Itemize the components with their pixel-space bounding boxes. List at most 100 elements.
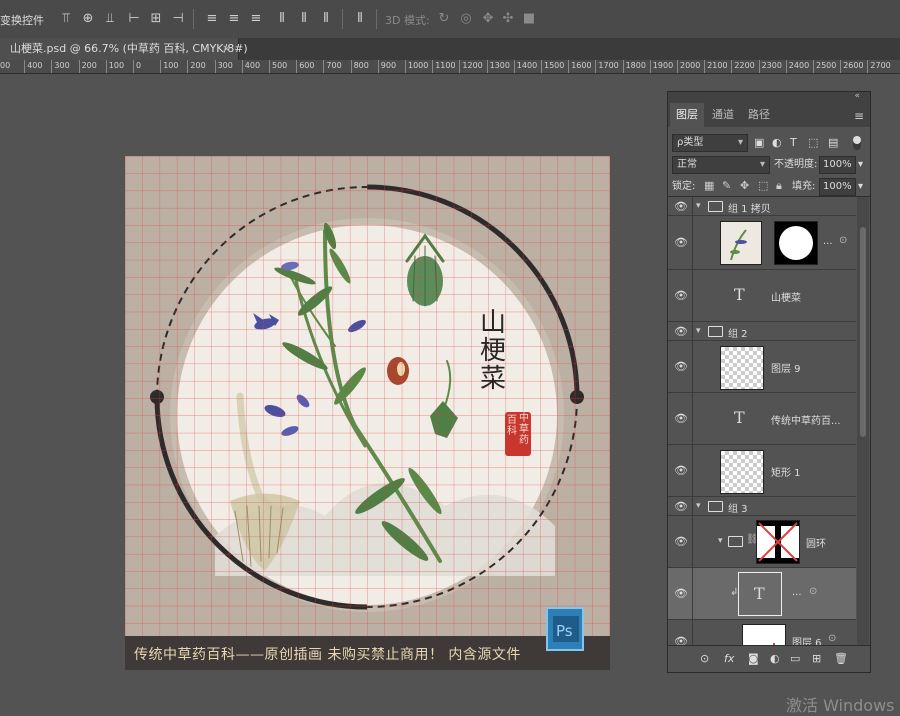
- filter-text-icon[interactable]: T: [790, 136, 797, 149]
- chevron-down-icon[interactable]: ▾: [718, 536, 723, 546]
- ruler-tick-label: 1500: [541, 60, 564, 73]
- chevron-down-icon[interactable]: ▾: [858, 179, 863, 195]
- auto-align-icon[interactable]: ⦀: [352, 10, 368, 26]
- filter-shape-icon[interactable]: ⬚: [808, 136, 818, 149]
- layer-row-group3[interactable]: 👁︎ ▾ 组 3: [668, 497, 856, 516]
- layer-name: 图层 9: [771, 364, 801, 375]
- layers-scrollbar[interactable]: [857, 197, 869, 646]
- panel-menu-icon[interactable]: ≡: [854, 109, 864, 123]
- lock-artboard-icon[interactable]: ⬚: [758, 179, 768, 192]
- fill-label: 填充:: [792, 181, 816, 192]
- document-tab[interactable]: 山梗菜.psd @ 66.7% (中草药 百科, CMYK/8#) ×: [0, 38, 248, 60]
- visibility-eye-icon[interactable]: 👁︎: [674, 236, 688, 249]
- align-hcenter-icon[interactable]: ⊞: [148, 10, 164, 26]
- layer-row-group2[interactable]: 👁︎ ▾ 组 2: [668, 322, 856, 341]
- layer-mask-thumbnail[interactable]: [774, 221, 818, 265]
- layer-row-masked-image[interactable]: 👁︎ ... ⊙: [668, 216, 856, 270]
- filter-toggle[interactable]: [853, 136, 861, 150]
- align-top-icon[interactable]: ⫪: [58, 10, 74, 26]
- align-right-icon[interactable]: ⊣: [170, 10, 186, 26]
- layer-filter-select[interactable]: ρ类型 ▾: [672, 134, 748, 152]
- align-bottom-icon[interactable]: ⫫: [102, 10, 118, 26]
- horizontal-ruler[interactable]: 00 400 300 200 100 0 100 200 300 400 500 600 700 800 9…: [0, 60, 900, 74]
- adjustment-layer-icon[interactable]: ◐: [770, 652, 780, 665]
- visibility-eye-icon[interactable]: 👁︎: [674, 200, 688, 213]
- layer-row-ring-group[interactable]: 👁︎ ▾ ⛓︎ 圆环: [668, 516, 856, 568]
- drag-3d-icon[interactable]: ✥: [480, 10, 496, 26]
- layer-row-layer6[interactable]: 👁︎ 图层 6 ⊙: [668, 620, 856, 646]
- svg-text:Ps: Ps: [556, 622, 573, 640]
- rotate-3d-icon[interactable]: ↻: [436, 10, 452, 26]
- close-tab-button[interactable]: ×: [222, 38, 231, 60]
- ruler-tick-label: 400: [241, 60, 260, 73]
- ruler-tick-label: 1400: [513, 60, 537, 73]
- lock-all-icon[interactable]: 🔒︎: [776, 179, 782, 193]
- visibility-eye-icon[interactable]: 👁︎: [674, 412, 688, 425]
- ruler-tick-label: 2500: [813, 60, 836, 73]
- document-tab-bar: 山梗菜.psd @ 66.7% (中草药 百科, CMYK/8#) ×: [0, 38, 900, 60]
- ruler-tick-label: 1800: [622, 60, 646, 73]
- link-icon[interactable]: ⊙: [828, 633, 836, 644]
- layer-mask-thumbnail[interactable]: [756, 520, 800, 564]
- tab-paths[interactable]: 路径: [742, 103, 776, 127]
- slide-3d-icon[interactable]: ✣: [500, 10, 516, 26]
- layer-row-group1-copy[interactable]: 👁︎ ▾ 组 1 拷贝: [668, 197, 856, 216]
- fill-input[interactable]: 100%: [819, 178, 856, 196]
- layer-row-rectangle1[interactable]: 👁︎ 矩形 1: [668, 445, 856, 497]
- delete-layer-icon[interactable]: 🗑︎: [834, 652, 848, 665]
- ruler-tick-label: 400: [24, 60, 42, 73]
- show-transform-controls-label[interactable]: 变换控件: [0, 12, 44, 28]
- align-vcenter-icon[interactable]: ⊕: [80, 10, 96, 26]
- link-icon[interactable]: ⊙: [839, 235, 847, 246]
- chevron-down-icon[interactable]: ▾: [858, 157, 863, 173]
- filter-adjustment-icon[interactable]: ◐: [772, 136, 782, 149]
- blend-mode-select[interactable]: 正常 ▾: [672, 156, 770, 174]
- layer-row-text-title[interactable]: 👁︎ T 山梗菜: [668, 270, 856, 322]
- text-layer-icon: T: [734, 408, 745, 427]
- add-mask-icon[interactable]: ◙: [748, 652, 759, 665]
- distribute-hcenter-icon[interactable]: ⦀: [296, 10, 312, 26]
- layer-row-layer9[interactable]: 👁︎ 图层 9: [668, 341, 856, 393]
- align-left-icon[interactable]: ⊢: [126, 10, 142, 26]
- title-char: 梗: [479, 336, 506, 366]
- distribute-vcenter-icon[interactable]: ≡: [226, 10, 242, 26]
- distribute-left-icon[interactable]: ⦀: [274, 10, 290, 26]
- visibility-eye-icon[interactable]: 👁︎: [674, 587, 688, 600]
- chevron-down-icon[interactable]: ▾: [696, 501, 701, 511]
- filter-smart-object-icon[interactable]: ▤: [828, 136, 838, 149]
- toolbar-divider: [376, 9, 377, 29]
- scale-3d-icon[interactable]: ■: [521, 10, 537, 26]
- chevron-down-icon[interactable]: ▾: [696, 201, 701, 211]
- visibility-eye-icon[interactable]: 👁︎: [674, 325, 688, 338]
- seal-char: 药: [519, 435, 529, 446]
- lock-transparent-icon[interactable]: ▦: [704, 179, 714, 192]
- layer-row-text-selected[interactable]: 👁︎ ↲ T ... ⊙: [668, 568, 856, 620]
- visibility-eye-icon[interactable]: 👁︎: [674, 500, 688, 513]
- distribute-bottom-icon[interactable]: ≡: [248, 10, 264, 26]
- distribute-right-icon[interactable]: ⦀: [318, 10, 334, 26]
- new-layer-icon[interactable]: ⊞: [812, 652, 821, 665]
- visibility-eye-icon[interactable]: 👁︎: [674, 464, 688, 477]
- fx-icon[interactable]: fx: [724, 652, 734, 665]
- distribute-top-icon[interactable]: ≡: [204, 10, 220, 26]
- collapse-panel-icon[interactable]: «: [854, 91, 860, 101]
- new-group-icon[interactable]: ▭: [790, 652, 800, 665]
- lock-image-icon[interactable]: ✎: [722, 179, 731, 192]
- layer-thumbnail: [720, 221, 762, 265]
- tab-layers[interactable]: 图层: [670, 103, 704, 127]
- link-layers-icon[interactable]: ⊙: [700, 652, 709, 665]
- visibility-eye-icon[interactable]: 👁︎: [674, 289, 688, 302]
- link-icon[interactable]: ⊙: [809, 586, 817, 597]
- visibility-eye-icon[interactable]: 👁︎: [674, 360, 688, 373]
- document-canvas[interactable]: 山 梗 菜 百 科 中 草 药 传统中草药百科——原创插画 未购买禁止商用！ 内…: [125, 156, 610, 670]
- ruler-tick-label: 600: [296, 60, 314, 73]
- text-layer-frame: T: [738, 572, 782, 616]
- roll-3d-icon[interactable]: ◎: [458, 10, 474, 26]
- opacity-input[interactable]: 100%: [819, 156, 856, 174]
- layer-row-text-banner[interactable]: 👁︎ T 传统中草药百...: [668, 393, 856, 445]
- visibility-eye-icon[interactable]: 👁︎: [674, 535, 688, 548]
- lock-position-icon[interactable]: ✥: [740, 179, 749, 192]
- tab-channels[interactable]: 通道: [706, 103, 740, 127]
- filter-pixel-icon[interactable]: ▣: [754, 136, 764, 149]
- chevron-down-icon[interactable]: ▾: [696, 326, 701, 336]
